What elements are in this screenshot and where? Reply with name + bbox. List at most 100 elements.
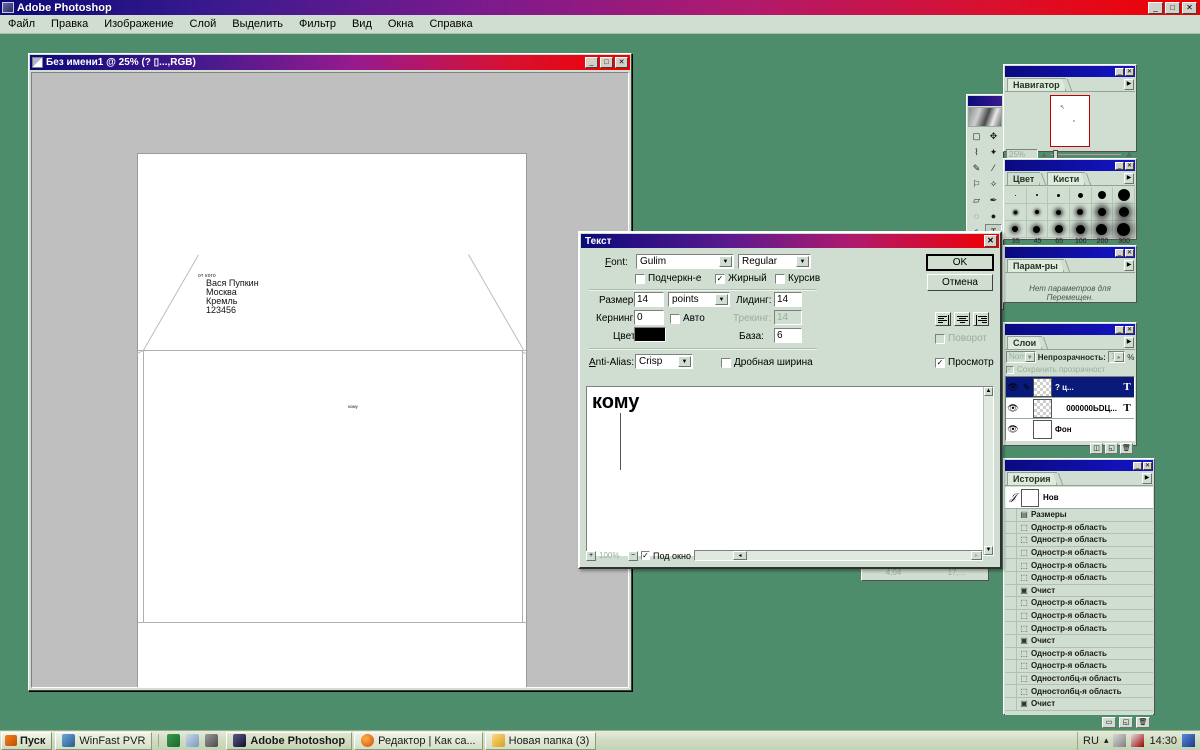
opacity-input[interactable]: 100 ▸	[1107, 351, 1126, 363]
taskbar-item-winfast[interactable]: WinFast PVR	[55, 731, 153, 750]
layers-menu-arrow-icon[interactable]: ▶	[1124, 337, 1134, 348]
document-canvas[interactable]: от кого Вася Пупкин Москва Кремль 123456…	[31, 72, 629, 688]
italic-checkbox-group[interactable]: Курсив	[775, 273, 820, 284]
history-item[interactable]: ⬚ Одностолбц-я область	[1005, 672, 1153, 686]
history-item[interactable]: ⬚ Одностолбц-я область	[1005, 685, 1153, 698]
app-minimize-button[interactable]: _	[1148, 1, 1163, 14]
underline-checkbox[interactable]	[635, 273, 645, 284]
scroll-up-button[interactable]: ▲	[984, 387, 993, 396]
document-close-button[interactable]: ✕	[615, 57, 628, 68]
navigator-thumbnail-area[interactable]: ↖	[1005, 93, 1135, 148]
underline-checkbox-group[interactable]: Подчеркн-е	[635, 273, 702, 284]
layer-thumbnail[interactable]	[1033, 420, 1052, 439]
text-dialog[interactable]: Текст ✕ Font: Gulim ▼ Regular ▼ Подчеркн…	[578, 231, 1002, 569]
tool-move[interactable]: ✥	[985, 128, 1002, 144]
tool-eraser[interactable]: ▱	[968, 192, 985, 208]
layers-list[interactable]: 👁 ✎ ? ц... T 👁 000000ЬDЦ... T 👁 Фон	[1005, 376, 1135, 441]
italic-checkbox[interactable]	[775, 273, 785, 284]
resize-grip-icon[interactable]	[986, 552, 994, 560]
eye-icon[interactable]: 👁	[1006, 382, 1020, 393]
document-minimize-button[interactable]: _	[585, 57, 598, 68]
navigator-close-button[interactable]: ✕	[1125, 67, 1134, 76]
tool-stamp[interactable]: ⚐	[968, 176, 985, 192]
history-state-box[interactable]	[1005, 697, 1017, 710]
history-item[interactable]: ▣ Очист	[1005, 634, 1153, 648]
history-item[interactable]: ▣ Очист	[1005, 697, 1153, 711]
tool-dodge[interactable]: ●	[985, 208, 1002, 224]
options-palette[interactable]: _ ✕ Парам-ры ▶ Нет параметров для Переме…	[1003, 245, 1137, 303]
lock-transparency-checkbox[interactable]: ✓	[1006, 365, 1014, 374]
size-unit-select[interactable]: points ▼	[668, 292, 730, 307]
layer-row[interactable]: 👁 000000ЬDЦ... T	[1006, 398, 1134, 419]
ok-button[interactable]: OK	[926, 254, 994, 271]
tab-options[interactable]: Парам-ры	[1007, 259, 1071, 272]
brush-cell[interactable]	[1005, 187, 1027, 204]
menu-edit[interactable]: Правка	[43, 16, 96, 32]
history-item[interactable]: ⬚ Одностр-я область	[1005, 571, 1153, 585]
chevron-down-icon[interactable]: ▸	[1114, 352, 1125, 362]
tab-layers[interactable]: Слои	[1007, 336, 1049, 349]
layers-close-button[interactable]: ✕	[1125, 325, 1134, 334]
history-item[interactable]: ⬚ Одностр-я область	[1005, 546, 1153, 560]
layer-row[interactable]: 👁 Фон	[1006, 419, 1134, 440]
menu-file[interactable]: Файл	[0, 16, 43, 32]
brush-cell[interactable]	[1026, 187, 1049, 204]
eye-icon[interactable]: 👁	[1006, 424, 1020, 435]
menu-view[interactable]: Вид	[344, 16, 380, 32]
brush-cell[interactable]	[1005, 204, 1027, 221]
layer-row[interactable]: 👁 ✎ ? ц... T	[1006, 377, 1134, 398]
history-list[interactable]: ▤ Размеры ⬚ Одностр-я область ⬚ Одностр-я о…	[1005, 509, 1153, 715]
scroll-right-button[interactable]: ▸	[971, 551, 982, 560]
taskbar-item-folder[interactable]: Новая папка (3)	[484, 731, 597, 750]
envelope-recipient-label[interactable]: кому	[348, 404, 358, 409]
brushes-titlebar[interactable]: _ ✕	[1005, 160, 1135, 171]
history-state-box[interactable]	[1005, 546, 1017, 559]
history-item[interactable]: ⬚ Одностр-я область	[1005, 647, 1153, 661]
new-layer-mask-button[interactable]: ◫	[1090, 443, 1103, 454]
history-item[interactable]: ⬚ Одностр-я область	[1005, 609, 1153, 623]
tool-lasso[interactable]: ⌇	[968, 144, 985, 160]
history-state-box[interactable]	[1005, 571, 1017, 584]
font-style-select[interactable]: Regular ▼	[738, 254, 811, 269]
brushes-palette[interactable]: _ ✕ Цвет Кисти ▶ 35 45 65 100 200 300	[1003, 158, 1137, 245]
safe-remove-icon[interactable]	[1131, 734, 1145, 747]
options-titlebar[interactable]: _ ✕	[1005, 247, 1135, 258]
fractional-width-checkbox[interactable]	[721, 357, 731, 368]
history-menu-arrow-icon[interactable]: ▶	[1142, 473, 1152, 484]
layers-titlebar[interactable]: _ ✕	[1005, 324, 1135, 335]
history-state-box[interactable]	[1005, 509, 1017, 521]
options-minimize-button[interactable]: _	[1115, 248, 1124, 257]
navigator-thumbnail[interactable]: ↖	[1050, 94, 1090, 147]
brush-cell[interactable]	[1091, 204, 1114, 221]
document-window[interactable]: Без имени1 @ 25% (? ▯...,RGB) _ □ ✕ от к…	[28, 53, 632, 691]
history-minimize-button[interactable]: _	[1133, 461, 1142, 470]
history-state-box[interactable]	[1005, 647, 1017, 660]
brush-cell[interactable]	[1069, 221, 1092, 238]
delete-layer-button[interactable]: 🗑	[1120, 443, 1133, 454]
brushes-menu-arrow-icon[interactable]: ▶	[1124, 173, 1134, 184]
history-state-box[interactable]	[1005, 622, 1017, 634]
tool-paintbrush[interactable]: ⁄	[985, 160, 1002, 176]
brush-cell[interactable]	[1069, 204, 1092, 221]
brush-cell[interactable]	[1069, 187, 1092, 204]
volume-icon[interactable]: ▴	[1104, 735, 1109, 746]
history-close-button[interactable]: ✕	[1143, 461, 1152, 470]
navigator-zoom-slider[interactable]	[1049, 150, 1123, 160]
document-titlebar[interactable]: Без имени1 @ 25% (? ▯...,RGB) _ □ ✕	[30, 55, 630, 70]
tab-navigator[interactable]: Навигатор	[1007, 78, 1072, 91]
app-maximize-button[interactable]: □	[1165, 1, 1180, 14]
baseline-input[interactable]: 6	[774, 328, 802, 343]
navigator-titlebar[interactable]: _ ✕	[1005, 66, 1135, 77]
brush-icon[interactable]: ✎	[1020, 382, 1033, 393]
history-item[interactable]: ⬚ Одностр-я область	[1005, 660, 1153, 673]
menu-help[interactable]: Справка	[421, 16, 480, 32]
layer-thumbnail[interactable]	[1033, 377, 1052, 397]
history-item[interactable]: ⬚ Одностр-я область	[1005, 559, 1153, 572]
options-close-button[interactable]: ✕	[1125, 248, 1134, 257]
align-right-button[interactable]	[973, 312, 989, 326]
menu-select[interactable]: Выделить	[224, 16, 291, 32]
new-document-from-state-button[interactable]: ▭	[1102, 717, 1116, 728]
app-close-button[interactable]: ✕	[1182, 1, 1197, 14]
new-snapshot-button[interactable]: ◱	[1119, 717, 1133, 728]
menu-image[interactable]: Изображение	[96, 16, 181, 32]
